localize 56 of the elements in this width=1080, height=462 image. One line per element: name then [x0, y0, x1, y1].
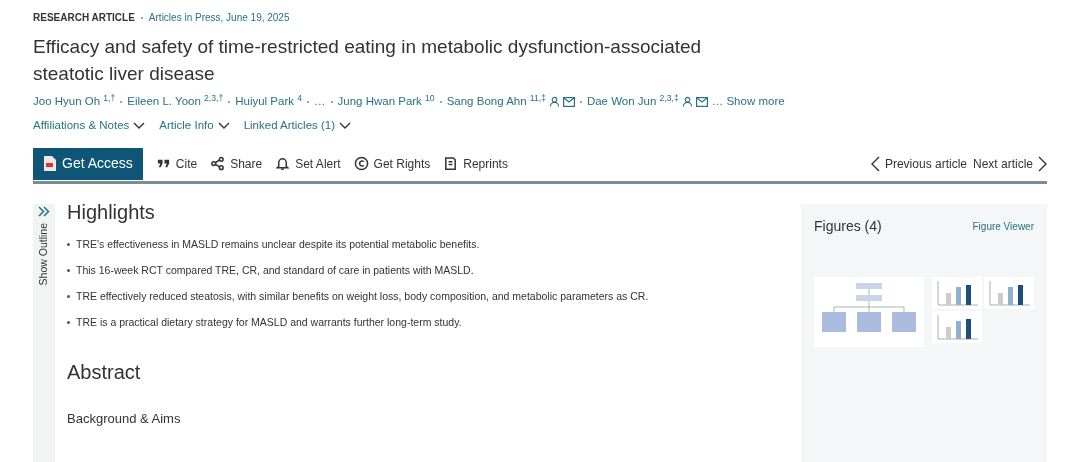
bar-chart-thumbnail[interactable]	[932, 276, 982, 309]
bar-chart-thumbnail[interactable]	[932, 310, 982, 343]
previous-article-link[interactable]: Previous article	[870, 154, 967, 173]
highlight-text: This 16-week RCT compared TRE, CR, and standard of care in patients with MASLD.	[76, 262, 474, 278]
document-icon	[443, 156, 459, 171]
chevron-right-icon	[1038, 155, 1047, 172]
show-more-link[interactable]: … Show more	[711, 93, 785, 111]
mail-icon[interactable]	[695, 96, 708, 107]
chevron-left-icon	[870, 155, 880, 172]
toolbar-action[interactable]: Set Alert	[275, 154, 341, 173]
flowchart-thumbnail[interactable]	[814, 276, 924, 347]
toolbar-action[interactable]: Cite	[155, 154, 198, 173]
outline-label: Show Outline	[36, 222, 51, 285]
author-link[interactable]: …	[314, 93, 326, 111]
toolbar-action[interactable]: Share	[210, 154, 263, 173]
chevron-down-icon	[339, 121, 352, 130]
double-chevron-icon	[38, 205, 50, 217]
section-heading: Highlights	[67, 199, 156, 224]
mail-icon[interactable]	[562, 96, 575, 107]
bell-icon	[275, 156, 291, 171]
next-article-link[interactable]: Next article	[972, 154, 1047, 173]
bullet-icon	[67, 294, 70, 298]
highlight-text: TRE's effectiveness in MASLD remains unclear despite its potential metabolic benefits.	[76, 236, 480, 252]
figure-viewer-link[interactable]: Figure Viewer	[972, 218, 1034, 234]
pdf-icon	[43, 156, 56, 171]
toolbar-action[interactable]: Get Rights	[353, 154, 431, 173]
chevron-down-icon	[133, 121, 146, 130]
section-heading: Abstract	[67, 359, 142, 384]
author-link[interactable]: Huiyul Park $^{4}$	[235, 93, 302, 111]
get-access-button[interactable]: Get Access	[33, 147, 143, 180]
highlight-text: TRE is a practical dietary strategy for MASLD and warrants further long-term study.	[76, 314, 462, 330]
toolbar-action[interactable]: Reprints	[443, 154, 508, 173]
chevron-down-icon	[217, 121, 230, 130]
author-link[interactable]: Joo Hyun Oh $^{1,†}$	[33, 93, 116, 111]
bullet-icon	[67, 320, 70, 324]
copyright-icon	[353, 156, 369, 171]
bullet-icon	[67, 268, 70, 272]
expand-link[interactable]: Linked Articles (1)	[243, 117, 352, 135]
expand-link[interactable]: Article Info	[159, 117, 230, 135]
author-link[interactable]: Dae Won Jun $^{2,3,‡}$	[586, 93, 679, 111]
author-link[interactable]: Eileen L. Yoon $^{2,3,†}$	[127, 93, 224, 111]
share-icon	[210, 156, 226, 171]
expand-link[interactable]: Affiliations & Notes	[33, 117, 146, 135]
bullet-icon	[67, 242, 70, 246]
person-icon	[548, 96, 560, 108]
figures-title: Figures (4)	[814, 216, 882, 236]
article-title: Efficacy and safety of time-restricted eating in metabolic dysfunction-associated steatotic liver disease	[33, 35, 703, 86]
article-type: RESEARCH ARTICLE	[33, 11, 135, 25]
person-icon	[681, 96, 693, 108]
highlight-text: TRE effectively reduced steatosis, with similar benefits on weight loss, body composition, and metabolic parameters as CR.	[76, 288, 649, 304]
author-link[interactable]: Jung Hwan Park $^{10}$	[337, 93, 435, 111]
article-status: Articles in Press, June 19, 2025	[148, 11, 290, 25]
outline-sidebar[interactable]: Show Outline	[33, 203, 55, 462]
bar-chart-thumbnail[interactable]	[984, 276, 1034, 309]
subsection-heading: Background & Aims	[67, 409, 182, 428]
author-link[interactable]: Sang Bong Ahn $^{11,‡}$	[446, 93, 546, 111]
